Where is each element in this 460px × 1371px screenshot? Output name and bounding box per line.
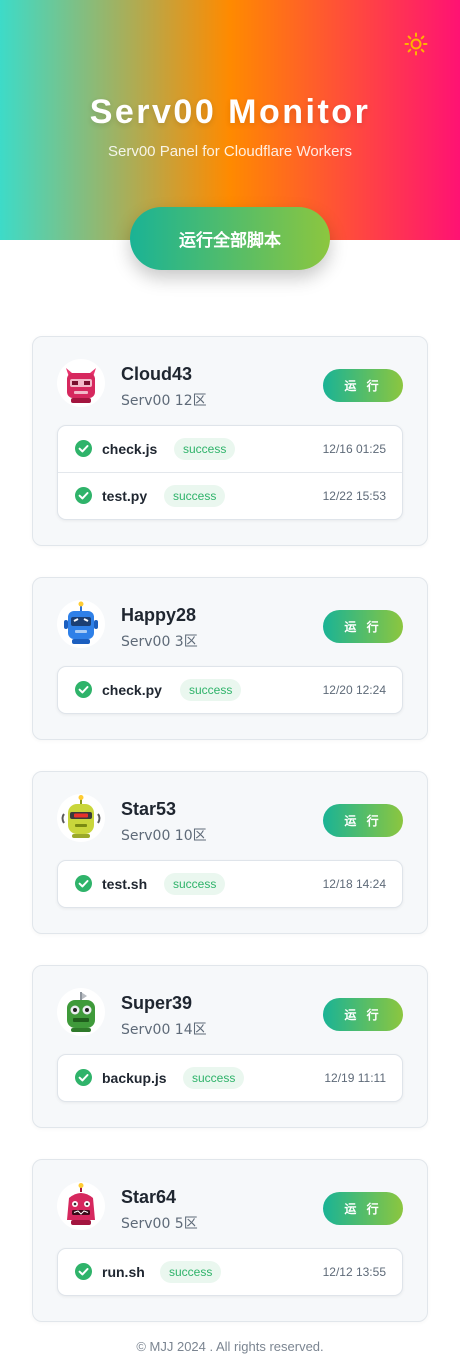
run-all-scripts-button[interactable]: 运行全部脚本 [130,207,330,270]
script-timestamp: 12/22 15:53 [322,489,386,503]
robot-avatar-icon [57,1182,105,1230]
account-card: Happy28 Serv00 3区 运 行 check.py success 1… [32,577,428,740]
account-name: Star64 [121,1187,177,1207]
script-name: check.py [102,682,162,698]
script-row: test.sh success 12/18 14:24 [58,861,402,907]
script-timestamp: 12/19 11:11 [324,1071,386,1085]
run-button[interactable]: 运 行 [323,804,403,837]
account-region: Serv00 10区 [121,828,207,844]
script-timestamp: 12/16 01:25 [322,442,386,456]
script-row: check.js success 12/16 01:25 [58,426,402,472]
script-list: check.py success 12/20 12:24 [57,666,403,714]
account-name: Super39 [121,993,193,1013]
script-name: backup.js [102,1070,167,1086]
robot-avatar-icon [57,794,105,842]
robot-avatar-icon [57,988,105,1036]
account-card: Star64 Serv00 5区 运 行 run.sh success 12/1… [32,1159,428,1322]
hero-header: Serv00 Monitor Serv00 Panel for Cloudfla… [0,0,460,240]
account-region: Serv00 5区 [121,1216,198,1232]
run-button[interactable]: 运 行 [323,998,403,1031]
check-circle-icon [75,440,92,457]
check-circle-icon [75,681,92,698]
account-region: Serv00 3区 [121,634,198,650]
account-card: Cloud43 Serv00 12区 运 行 check.js success … [32,336,428,546]
page-subtitle: Serv00 Panel for Cloudflare Workers [108,143,352,160]
script-row: check.py success 12/20 12:24 [58,667,402,713]
run-button[interactable]: 运 行 [323,1192,403,1225]
account-region: Serv00 14区 [121,1022,207,1038]
script-timestamp: 12/12 13:55 [322,1265,386,1279]
check-circle-icon [75,487,92,504]
script-name: test.py [102,488,148,504]
robot-avatar-icon [57,600,105,648]
account-region: Serv00 12区 [121,393,207,409]
script-list: check.js success 12/16 01:25 test.py suc… [57,425,403,520]
page: Serv00 Monitor Serv00 Panel for Cloudfla… [0,0,460,1371]
check-circle-icon [75,875,92,892]
account-card: Super39 Serv00 14区 运 行 backup.js success… [32,965,428,1128]
robot-avatar-icon [57,359,105,407]
script-row: run.sh success 12/12 13:55 [58,1249,402,1295]
account-name: Cloud43 [121,364,193,384]
footer: © MJJ 2024 . All rights reserved. [136,1339,324,1354]
script-name: run.sh [102,1264,145,1280]
account-name: Happy28 [121,605,197,625]
script-timestamp: 12/18 14:24 [322,877,386,891]
run-button[interactable]: 运 行 [323,369,403,402]
status-badge: success [164,485,226,507]
status-badge: success [183,1067,245,1089]
check-circle-icon [75,1263,92,1280]
page-title: Serv00 Monitor [89,93,371,131]
script-list: backup.js success 12/19 11:11 [57,1054,403,1102]
script-row: backup.js success 12/19 11:11 [58,1055,402,1101]
status-badge: success [174,438,236,460]
run-button[interactable]: 运 行 [323,610,403,643]
script-name: check.js [102,441,158,457]
check-circle-icon [75,1069,92,1086]
status-badge: success [160,1261,222,1283]
script-timestamp: 12/20 12:24 [322,683,386,697]
script-list: test.sh success 12/18 14:24 [57,860,403,908]
status-badge: success [164,873,226,895]
script-list: run.sh success 12/12 13:55 [57,1248,403,1296]
script-row: test.py success 12/22 15:53 [58,472,402,519]
account-card: Star53 Serv00 10区 运 行 test.sh success 12… [32,771,428,934]
script-name: test.sh [102,876,148,892]
sun-icon[interactable] [404,32,428,56]
account-name: Star53 [121,799,177,819]
status-badge: success [180,679,242,701]
